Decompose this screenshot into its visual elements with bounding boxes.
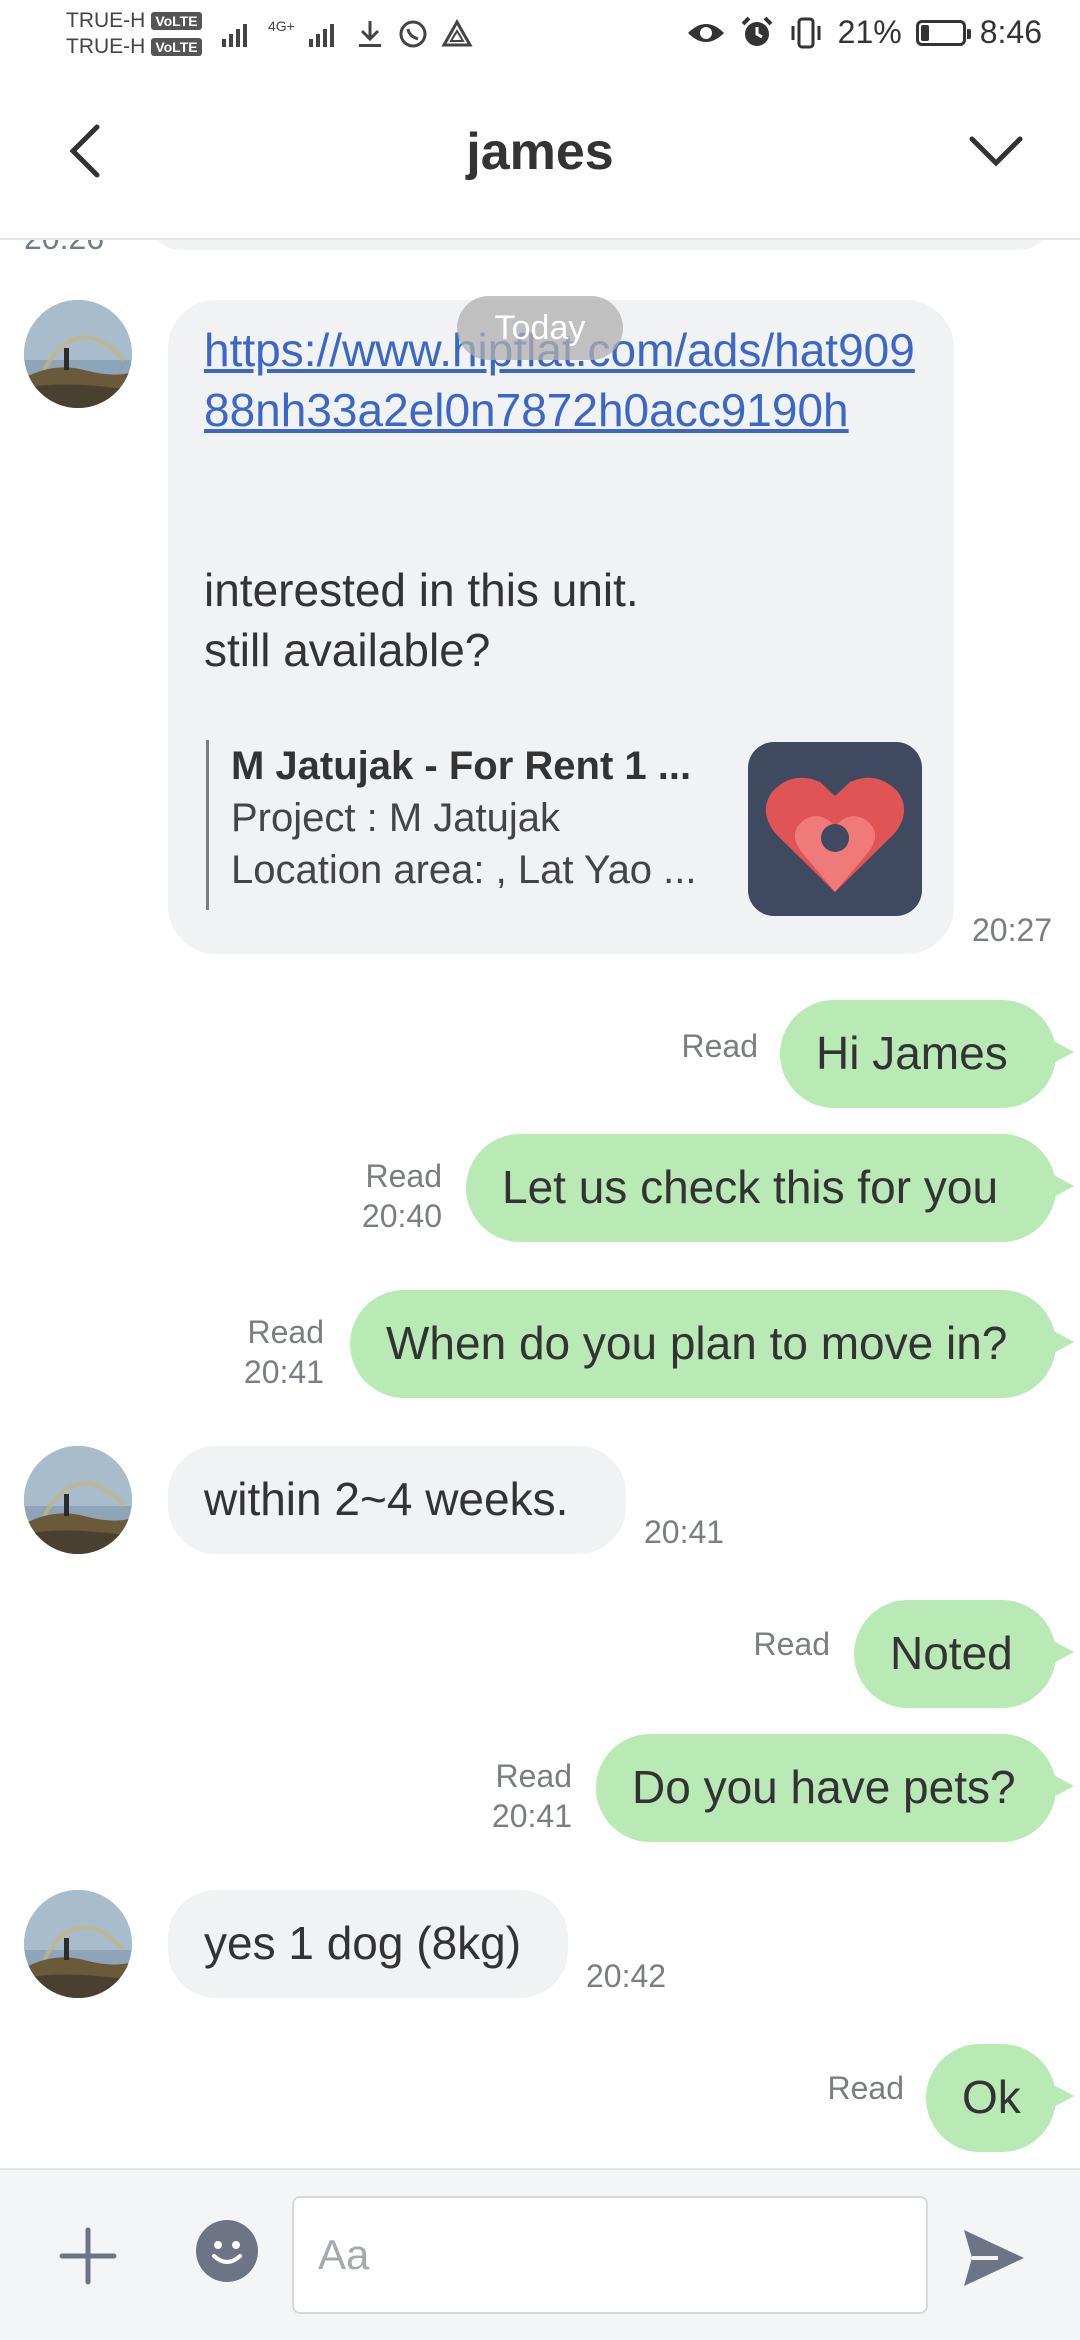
date-divider: Today — [457, 296, 623, 360]
message-time: 20:41 — [491, 1798, 572, 1834]
avatar[interactable] — [24, 300, 132, 408]
partial-time: 20:26 — [24, 240, 104, 258]
header-menu-button[interactable] — [956, 116, 1036, 186]
landscape-avatar-icon — [24, 1446, 132, 1554]
message-bubble-outgoing[interactable]: Let us check this for you — [466, 1134, 1056, 1242]
battery-icon — [915, 19, 971, 46]
download-icon — [358, 21, 381, 47]
send-icon — [964, 2230, 1024, 2286]
message-text: When do you plan to move in? — [386, 1317, 1008, 1369]
message-text: Hi James — [816, 1027, 1008, 1079]
read-status: Read — [495, 1758, 573, 1794]
preview-location: Location area: , Lat Yao ... — [231, 848, 697, 892]
message-list[interactable]: 20:26 https://www.hipflat.com/ads/hat909… — [0, 240, 1080, 2168]
whatsapp-icon — [399, 20, 427, 48]
message-text: within 2~4 weeks. — [204, 1473, 569, 1525]
volte-badge: VoLTE — [151, 12, 202, 30]
landscape-avatar-icon — [24, 1890, 132, 1998]
smiley-icon — [212, 2241, 242, 2264]
message-text: Ok — [962, 2071, 1021, 2123]
clock: 8:46 — [979, 14, 1042, 50]
read-status: Read — [681, 1028, 759, 1064]
drive-icon — [441, 19, 473, 47]
chat-header: james — [0, 72, 1080, 240]
message-bubble-outgoing[interactable]: Hi James — [780, 1000, 1056, 1108]
message-bubble-outgoing[interactable]: Do you have pets? — [596, 1734, 1056, 1842]
emoji-button[interactable] — [196, 2220, 258, 2282]
message-bubble-incoming[interactable]: within 2~4 weeks. — [168, 1446, 626, 1554]
bubble-tail — [1048, 1038, 1074, 1066]
message-text-line: still available? — [204, 624, 491, 676]
message-time: 20:40 — [361, 1198, 442, 1234]
signal-icon — [222, 24, 247, 47]
send-button[interactable] — [958, 2226, 1028, 2290]
network-type: 4G+ — [268, 18, 295, 34]
message-bubble-incoming[interactable]: https://www.hipflat.com/ads/hat90988nh33… — [168, 300, 954, 954]
bubble-tail — [1048, 1772, 1074, 1800]
chat-title: james — [466, 123, 614, 181]
preview-project: Project : M Jatujak — [231, 796, 561, 840]
message-time: 20:41 — [644, 1514, 725, 1550]
message-time: 20:41 — [243, 1354, 324, 1390]
bubble-tail — [1048, 1638, 1074, 1666]
message-time: 20:42 — [586, 1958, 667, 1994]
volte-badge-2: VoLTE — [151, 38, 202, 56]
plus-icon — [59, 2227, 117, 2285]
eye-icon — [687, 23, 724, 42]
message-text: Do you have pets? — [632, 1761, 1016, 1813]
composer-bar — [0, 2168, 1080, 2340]
message-text-line: interested in this unit. — [204, 564, 639, 616]
read-status: Read — [365, 1158, 443, 1194]
preview-title: M Jatujak - For Rent 1 ... — [231, 744, 692, 788]
partial-bubble — [150, 240, 1050, 250]
carrier-1: TRUE-H — [66, 9, 146, 32]
message-time: 20:27 — [972, 912, 1053, 948]
status-icons-right: 21% 8:46 — [686, 14, 1042, 51]
attach-button[interactable] — [50, 2218, 126, 2294]
link-preview-card[interactable]: M Jatujak - For Rent 1 ... Project : M J… — [206, 740, 697, 910]
read-status: Read — [753, 1626, 831, 1662]
bubble-tail — [1048, 2082, 1074, 2110]
status-bar: TRUE-H VoLTE TRUE-H VoLTE 4G+ 21% 8:46 — [0, 0, 1080, 72]
message-bubble-outgoing[interactable]: Ok — [926, 2044, 1056, 2152]
signal-icon-2 — [308, 24, 334, 47]
read-status: Read — [247, 1314, 325, 1350]
hipflat-logo-icon — [748, 742, 922, 916]
message-bubble-outgoing[interactable]: Noted — [854, 1600, 1056, 1708]
vibrate-icon — [791, 17, 821, 48]
bubble-tail — [1048, 1328, 1074, 1356]
landscape-avatar-icon — [24, 300, 132, 408]
read-status: Read — [827, 2070, 905, 2106]
message-input[interactable] — [292, 2196, 928, 2314]
carrier-2: TRUE-H — [66, 35, 146, 58]
bubble-tail — [1048, 1172, 1074, 1200]
avatar[interactable] — [24, 1890, 132, 1998]
avatar[interactable] — [24, 1446, 132, 1554]
carrier-info: TRUE-H VoLTE TRUE-H VoLTE — [66, 8, 202, 60]
status-icons-left: 4G+ — [220, 18, 473, 50]
battery-percent: 21% — [837, 14, 902, 50]
chevron-down-icon — [969, 136, 1023, 167]
message-text: yes 1 dog (8kg) — [204, 1917, 522, 1969]
message-bubble-outgoing[interactable]: When do you plan to move in? — [350, 1290, 1056, 1398]
message-text: Noted — [890, 1627, 1013, 1679]
message-bubble-incoming[interactable]: yes 1 dog (8kg) — [168, 1890, 568, 1998]
alarm-icon — [741, 16, 773, 46]
message-text: Let us check this for you — [502, 1161, 999, 1213]
